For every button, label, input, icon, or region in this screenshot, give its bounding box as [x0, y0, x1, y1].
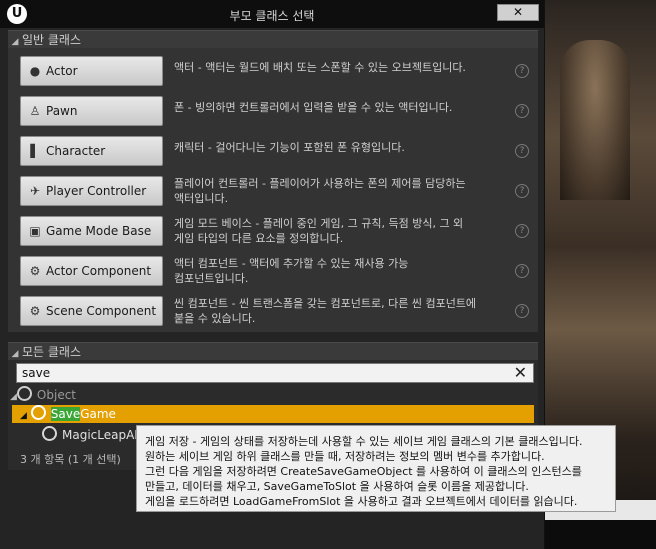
all-classes-header[interactable]: ◢ 모든 클래스 [8, 342, 538, 361]
description-line: 컴포넌트입니다. [174, 272, 249, 285]
tooltip-line: 게임 저장 - 게임의 상태를 저장하는데 사용할 수 있는 세이브 게임 클래… [145, 435, 583, 448]
common-class-label: Scene Component [46, 304, 157, 318]
help-icon[interactable]: ? [515, 264, 529, 278]
common-classes-header[interactable]: ◢ 일반 클래스 [8, 30, 538, 49]
dialog-title: 부모 클래스 선택 [229, 9, 315, 23]
expand-triangle-icon[interactable]: ◢ [10, 392, 17, 402]
common-class-row: ⚙ Scene Component 씬 컴포넌트 - 씬 트랜스폼을 갖는 컴포넌트… [20, 294, 535, 330]
description-line: 게임 타입의 다른 요소를 정의합니다. [174, 232, 344, 245]
tooltip-line: 게임을 로드하려면 LoadGameFromSlot 을 사용하고 결과 오브젝… [145, 495, 578, 508]
common-class-row: ▣ Game Mode Base 게임 모드 베이스 - 플레이 중인 게임, 그 … [20, 214, 535, 250]
all-classes-title: 모든 클래스 [22, 345, 82, 359]
description-line: 캐릭터 - 걸어다니는 기능이 포함된 폰 유형입니다. [174, 141, 405, 154]
common-classes-title: 일반 클래스 [22, 33, 82, 47]
common-class-row: ⚙ Actor Component 액터 컴포넌트 - 액터에 추가할 수 있는 재… [20, 254, 535, 290]
controller-icon: ✈ [29, 184, 41, 198]
common-class-label: Player Controller [46, 184, 147, 198]
search-value[interactable]: save [22, 364, 50, 382]
description-line: 붙을 수 있습니다. [174, 312, 256, 325]
tree-label-object: Object [36, 388, 77, 402]
close-button[interactable]: ✕ [497, 4, 539, 21]
common-class-row: ● Actor 액터 - 액터는 월드에 배치 또는 스폰할 수 있는 오브젝트입니… [20, 54, 535, 90]
character-icon: ▌ [30, 144, 40, 158]
common-class-label: Pawn [46, 104, 78, 118]
class-circle-icon [30, 405, 46, 420]
common-class-description: 게임 모드 베이스 - 플레이 중인 게임, 그 규칙, 득점 방식, 그 외게… [174, 216, 514, 246]
common-class-label: Actor [46, 64, 78, 78]
tooltip-line: 원하는 세이브 게임 하위 클래스를 만들 때, 저장하려는 정보의 멤버 변수… [145, 450, 545, 463]
tree-row-savegame[interactable]: ◢ SaveGame [12, 405, 534, 423]
common-class-description: 액터 - 액터는 월드에 배치 또는 스폰할 수 있는 오브젝트입니다. [174, 60, 514, 75]
description-line: 폰 - 빙의하면 컨트롤러에서 입력을 받을 수 있는 액터입니다. [174, 101, 453, 114]
common-classes-panel: ● Actor 액터 - 액터는 월드에 배치 또는 스폰할 수 있는 오브젝트입니… [8, 48, 538, 332]
sphere-icon: ● [29, 64, 41, 78]
description-line: 액터입니다. [174, 192, 229, 205]
expand-triangle-icon[interactable]: ◢ [20, 411, 27, 421]
scene-component-icon: ⚙ [29, 304, 41, 318]
class-circle-icon [42, 426, 57, 441]
common-class-description: 플레이어 컨트롤러 - 플레이어가 사용하는 폰의 제어를 담당하는액터입니다. [174, 176, 514, 206]
viewport-strip-dark [540, 520, 656, 549]
class-circle-icon [16, 386, 32, 401]
description-line: 게임 모드 베이스 - 플레이 중인 게임, 그 규칙, 득점 방식, 그 외 [174, 217, 464, 230]
common-class-button[interactable]: ♙ Pawn [20, 96, 163, 126]
common-class-button[interactable]: ▌ Character [20, 136, 163, 166]
tree-row-object[interactable]: ◢ Object [10, 386, 76, 404]
tree-row-magicleap[interactable]: MagicLeapAF [42, 426, 141, 444]
tree-label-savegame: Game [80, 407, 116, 421]
common-class-label: Game Mode Base [46, 224, 152, 238]
description-line: 씬 컴포넌트 - 씬 트랜스폼을 갖는 컴포넌트로, 다른 씬 컴포넌트에 [174, 297, 477, 310]
item-count-status: 3 개 항목 (1 개 선택) [20, 453, 121, 466]
common-class-description: 씬 컴포넌트 - 씬 트랜스폼을 갖는 컴포넌트로, 다른 씬 컴포넌트에붙을 … [174, 296, 514, 326]
tooltip-line: 그런 다음 게임을 저장하려면 CreateSaveGameObject 를 사… [145, 465, 582, 478]
description-line: 플레이어 컨트롤러 - 플레이어가 사용하는 폰의 제어를 담당하는 [174, 177, 466, 190]
common-class-description: 액터 컴포넌트 - 액터에 추가할 수 있는 재사용 가능컴포넌트입니다. [174, 256, 514, 286]
tree-label-magicleap: MagicLeapAF [62, 428, 142, 442]
help-icon[interactable]: ? [515, 64, 529, 78]
common-class-row: ▌ Character 캐릭터 - 걸어다니는 기능이 포함된 폰 유형입니다.? [20, 134, 535, 170]
description-line: 액터 - 액터는 월드에 배치 또는 스폰할 수 있는 오브젝트입니다. [174, 61, 466, 74]
common-class-button[interactable]: ▣ Game Mode Base [20, 216, 163, 246]
class-search-input[interactable]: save ✕ [16, 363, 534, 383]
class-tooltip: 게임 저장 - 게임의 상태를 저장하는데 사용할 수 있는 세이브 게임 클래… [136, 425, 616, 512]
common-class-button[interactable]: ✈ Player Controller [20, 176, 163, 206]
gamemode-icon: ▣ [29, 224, 41, 238]
common-class-label: Actor Component [46, 264, 152, 278]
common-class-label: Character [46, 144, 106, 158]
help-icon[interactable]: ? [515, 304, 529, 318]
common-class-row: ✈ Player Controller 플레이어 컨트롤러 - 플레이어가 사용하는… [20, 174, 535, 210]
common-class-description: 폰 - 빙의하면 컨트롤러에서 입력을 받을 수 있는 액터입니다. [174, 100, 514, 115]
common-class-button[interactable]: ⚙ Actor Component [20, 256, 163, 286]
common-class-row: ♙ Pawn 폰 - 빙의하면 컨트롤러에서 입력을 받을 수 있는 액터입니다.? [20, 94, 535, 130]
help-icon[interactable]: ? [515, 144, 529, 158]
help-icon[interactable]: ? [515, 184, 529, 198]
pawn-icon: ♙ [29, 104, 41, 118]
description-line: 액터 컴포넌트 - 액터에 추가할 수 있는 재사용 가능 [174, 257, 409, 270]
help-icon[interactable]: ? [515, 224, 529, 238]
common-class-button[interactable]: ⚙ Scene Component [20, 296, 163, 326]
viewport-arch [560, 40, 630, 200]
component-icon: ⚙ [29, 264, 41, 278]
help-icon[interactable]: ? [515, 104, 529, 118]
search-match-highlight: Save [50, 407, 81, 421]
common-class-description: 캐릭터 - 걸어다니는 기능이 포함된 폰 유형입니다. [174, 140, 514, 155]
title-bar[interactable]: U 부모 클래스 선택 ✕ [0, 0, 544, 28]
common-class-button[interactable]: ● Actor [20, 56, 163, 86]
tooltip-line: 만들고, 데이터를 채우고, SaveGameToSlot 을 사용하여 슬롯 … [145, 480, 529, 493]
clear-search-icon[interactable]: ✕ [514, 364, 527, 382]
